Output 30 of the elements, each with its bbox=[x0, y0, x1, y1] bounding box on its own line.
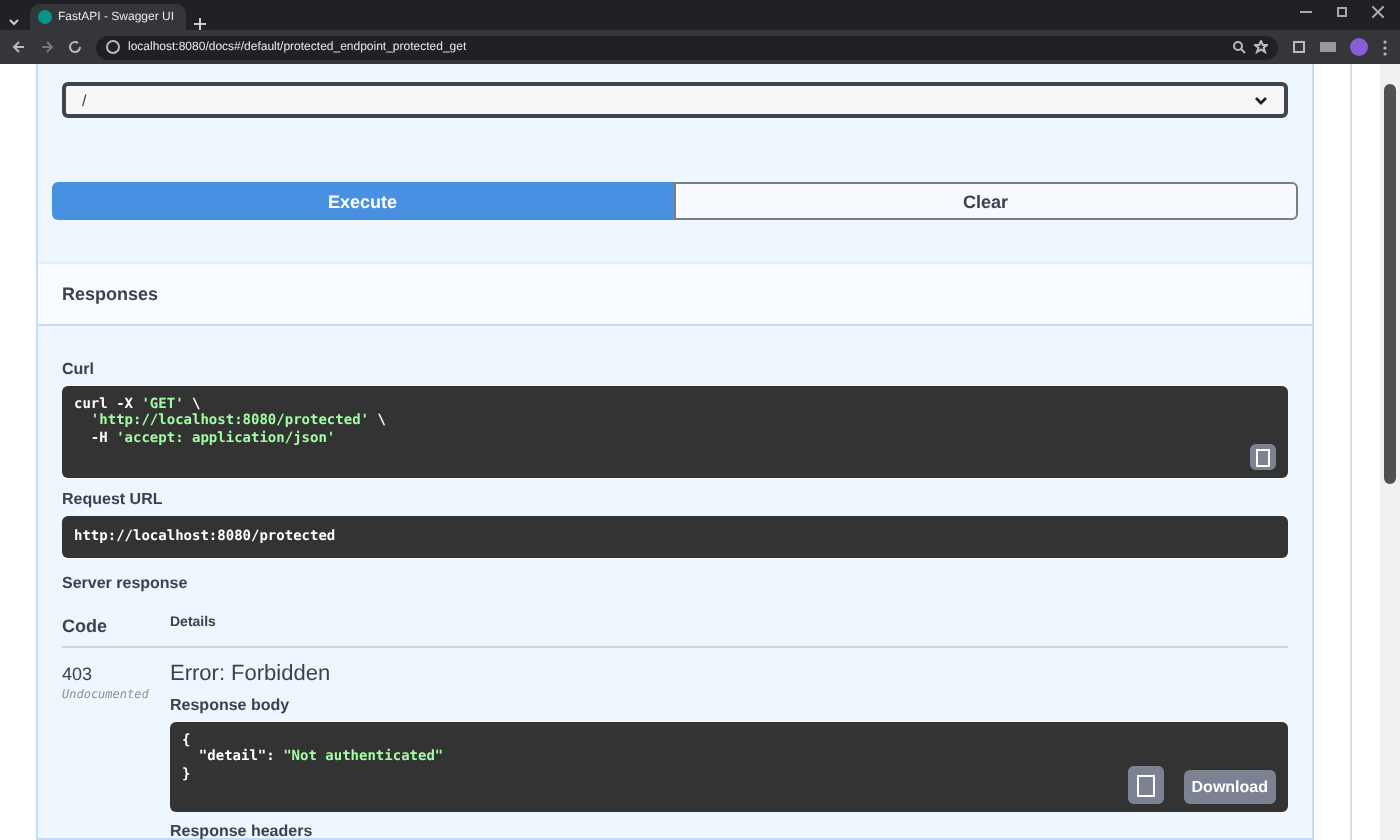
field-label: Response headers bbox=[170, 822, 315, 840]
profile-avatar-icon[interactable] bbox=[1350, 38, 1368, 56]
select-value: / bbox=[82, 91, 87, 109]
section-title: Responses bbox=[62, 284, 159, 304]
copy-icon[interactable] bbox=[1128, 766, 1164, 804]
forward-arrow-icon[interactable] bbox=[40, 40, 54, 54]
parameter-select[interactable]: / bbox=[62, 82, 1288, 118]
new-tab-icon[interactable] bbox=[194, 18, 206, 30]
action-button[interactable]: Clear bbox=[673, 182, 1298, 220]
field-label: Request URL bbox=[62, 490, 165, 508]
column-header: Code bbox=[62, 600, 170, 648]
status-code: 403 bbox=[62, 664, 95, 684]
zoom-icon[interactable] bbox=[1232, 40, 1246, 54]
chevron-down-icon bbox=[1254, 95, 1268, 105]
back-arrow-icon[interactable] bbox=[12, 40, 26, 54]
restore-icon[interactable] bbox=[1336, 6, 1348, 18]
fastapi-logo-icon bbox=[38, 10, 52, 24]
field-label: Curl bbox=[62, 360, 96, 378]
tab-list-icon[interactable] bbox=[6, 14, 22, 30]
minimize-icon[interactable] bbox=[1300, 6, 1312, 18]
field-label: Response body bbox=[170, 696, 292, 714]
close-icon[interactable] bbox=[1372, 6, 1384, 18]
error-title: Error: Forbidden bbox=[170, 662, 333, 686]
reload-icon[interactable] bbox=[68, 40, 82, 54]
more-menu-icon[interactable] bbox=[1382, 39, 1388, 55]
download-button[interactable]: Download bbox=[1183, 770, 1276, 804]
field-label: Server response bbox=[62, 574, 190, 592]
star-icon[interactable] bbox=[1254, 40, 1268, 54]
scrollbar[interactable] bbox=[1380, 64, 1400, 840]
copy-icon[interactable] bbox=[1250, 444, 1276, 470]
